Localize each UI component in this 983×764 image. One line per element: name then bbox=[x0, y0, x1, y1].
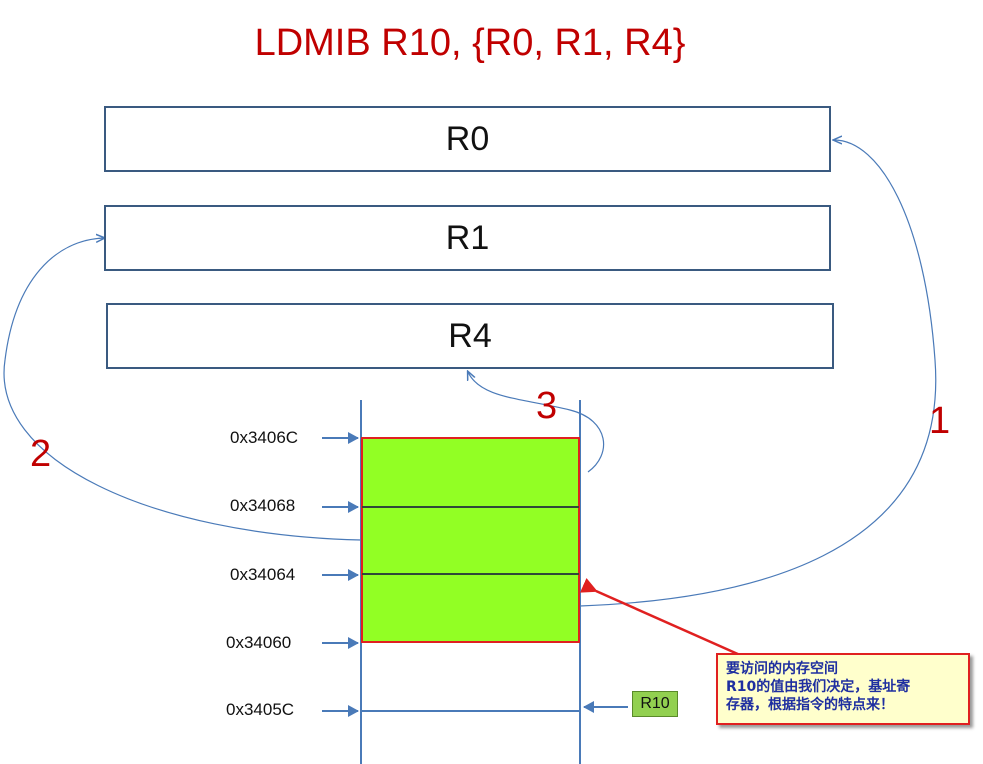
step-label-2: 2 bbox=[30, 433, 52, 475]
register-r0: R0 bbox=[104, 106, 831, 172]
diagram-stage: LDMIB R10, {R0, R1, R4} R0 R1 R4 0x3406C… bbox=[0, 0, 983, 764]
register-r4: R4 bbox=[106, 303, 834, 369]
address-label: 0x34064 bbox=[230, 565, 296, 584]
address-label: 0x3406C bbox=[230, 428, 299, 447]
register-r1: R1 bbox=[104, 205, 831, 271]
memory-block bbox=[361, 437, 580, 643]
address-label: 0x3405C bbox=[226, 700, 295, 719]
instruction-title: LDMIB R10, {R0, R1, R4} bbox=[254, 22, 686, 64]
address-label: 0x34068 bbox=[230, 496, 296, 515]
curve-step-2 bbox=[3, 238, 362, 541]
step-label-1: 1 bbox=[929, 400, 951, 442]
step-label-3: 3 bbox=[536, 385, 558, 427]
note-line: R10的值由我们决定，基址寄 bbox=[726, 679, 911, 695]
note-pointer-arrow bbox=[579, 578, 741, 657]
note-line: 要访问的内存空间 bbox=[726, 661, 838, 677]
note-line: 存器，根据指令的特点来！ bbox=[726, 697, 894, 713]
r10-tag: R10 bbox=[632, 691, 678, 717]
address-label: 0x34060 bbox=[226, 633, 292, 652]
note-callout: 要访问的内存空间 R10的值由我们决定，基址寄 存器，根据指令的特点来！ bbox=[716, 653, 970, 725]
